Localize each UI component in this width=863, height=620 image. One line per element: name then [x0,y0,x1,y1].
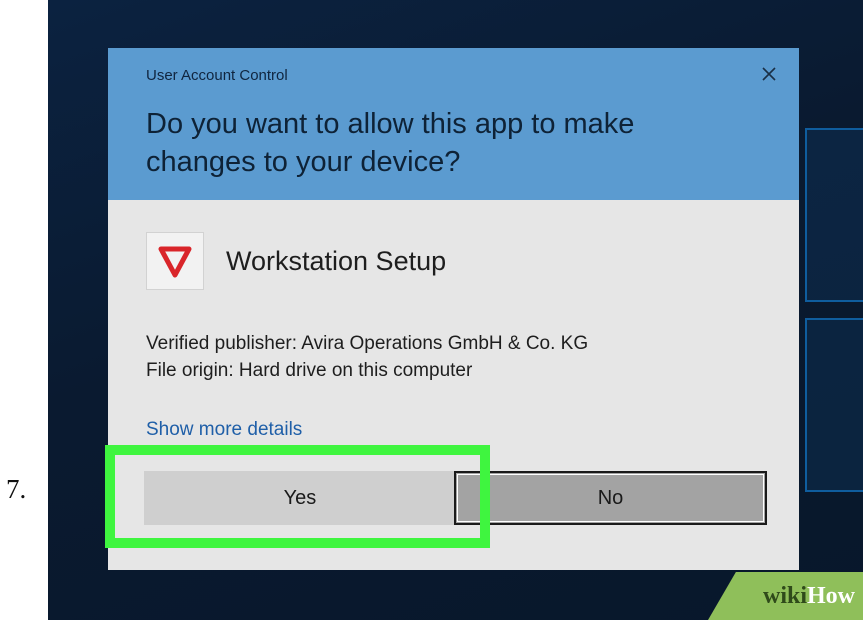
dialog-caption: User Account Control [146,67,288,84]
desktop-window-pane [805,318,863,492]
uac-dialog: User Account Control Do you want to allo… [105,48,799,570]
close-button[interactable] [757,62,781,86]
verified-publisher: Verified publisher: Avira Operations Gmb… [146,333,589,354]
show-more-details-link[interactable]: Show more details [146,419,302,441]
watermark-how: How [807,582,855,609]
app-name: Workstation Setup [226,245,447,276]
shield-icon [146,232,204,290]
file-origin: File origin: Hard drive on this computer [146,360,473,381]
app-info: Workstation Setup [146,232,446,290]
dialog-question: Do you want to allow this app to make ch… [146,108,635,178]
no-button[interactable]: No [454,471,767,525]
watermark-wiki: wiki [762,582,807,609]
wikihow-watermark: wiki How [708,572,863,620]
yes-highlight-box [105,445,490,548]
close-icon [762,67,776,81]
publisher-info: Verified publisher: Avira Operations Gmb… [146,330,588,384]
step-number: 7. [6,474,27,504]
desktop-window-pane [805,128,863,302]
dialog-header: User Account Control Do you want to allo… [108,48,799,200]
desktop-background: User Account Control Do you want to allo… [48,0,863,620]
